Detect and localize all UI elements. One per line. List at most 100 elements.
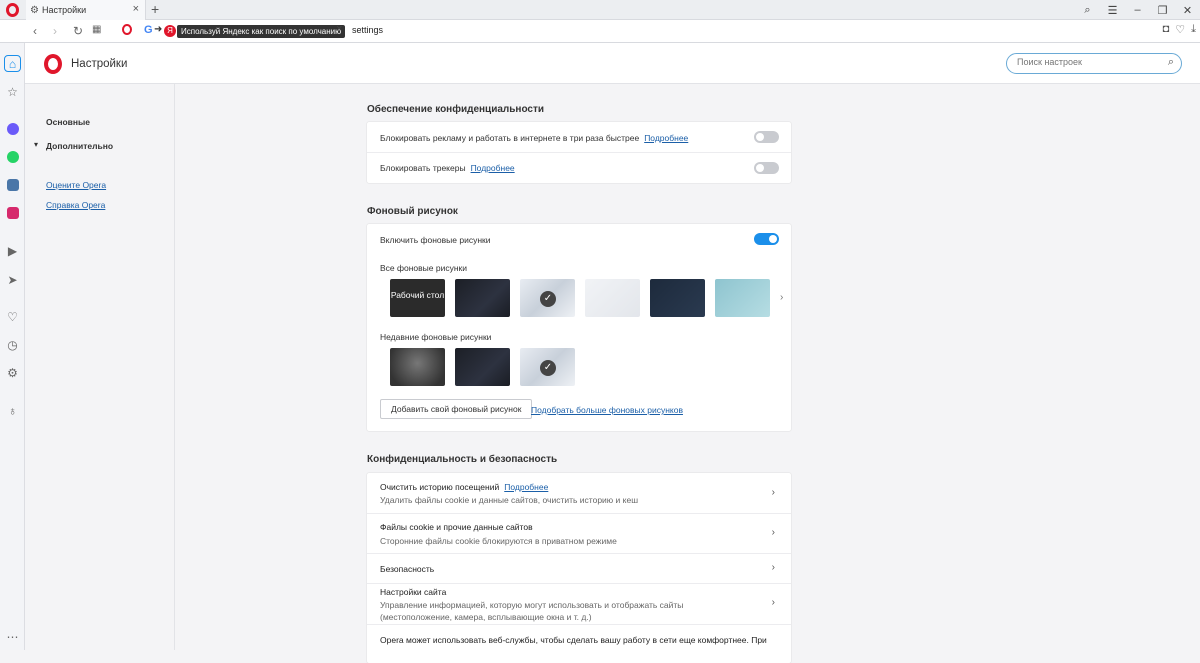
chevron-down-icon: ▾ [34, 140, 39, 149]
chevron-right-icon: › [771, 487, 775, 498]
tracker-block-toggle[interactable] [754, 162, 779, 174]
privacy-security-card: Очистить историю посещений Подробнее Удал… [367, 473, 791, 663]
opera-logo-icon [44, 54, 62, 74]
recent-wallpapers-label: Недавние фоновые рисунки [380, 332, 492, 342]
settings-nav: Основные ▾ Дополнительно Оцените Opera С… [25, 84, 175, 650]
new-tab-button[interactable]: + [151, 1, 159, 17]
site-settings-desc: Управление информацией, которую могут ис… [380, 600, 684, 622]
clear-history-desc: Удалить файлы cookie и данные сайтов, оч… [380, 495, 639, 505]
clear-history-row[interactable]: Очистить историю посещений Подробнее Удал… [367, 473, 791, 514]
chevron-right-icon: › [771, 527, 775, 538]
enable-wallpaper-toggle[interactable] [754, 233, 779, 245]
tracker-block-label: Блокировать трекеры Подробнее [380, 163, 515, 173]
wallpaper-card: Включить фоновые рисунки Все фоновые рис… [367, 224, 791, 431]
ad-block-row: Блокировать рекламу и работать в интерне… [367, 122, 791, 153]
page-title: Настройки [71, 58, 128, 70]
send-icon[interactable]: ➤ [4, 271, 21, 288]
web-services-row: Opera может использовать веб-службы, что… [367, 625, 791, 663]
home-icon[interactable]: ⌂ [4, 55, 21, 72]
search-settings[interactable]: ⌕ [1006, 53, 1182, 74]
messenger-icon[interactable] [4, 120, 21, 137]
search-icon: ⌕ [1167, 56, 1174, 68]
ad-block-more-link[interactable]: Подробнее [644, 133, 688, 143]
enable-wallpaper-label: Включить фоновые рисунки [380, 235, 491, 245]
chevron-right-icon: › [771, 597, 775, 608]
web-services-text: Opera может использовать веб-службы, что… [380, 635, 767, 645]
security-row[interactable]: Безопасность › [367, 554, 791, 584]
privacy-security-title: Конфиденциальность и безопасность [367, 454, 558, 465]
ad-block-toggle[interactable] [754, 131, 779, 143]
chevron-right-icon[interactable]: › [780, 292, 783, 303]
arrow-right-icon: ➜ [154, 24, 163, 35]
wallpaper-desktop[interactable]: Рабочий стол [390, 279, 445, 317]
easy-setup-icon[interactable]: ☰ [1100, 4, 1125, 17]
nav-rate-opera[interactable]: Оцените Opera [46, 180, 106, 190]
settings-header: Настройки ⌕ [25, 43, 1200, 84]
add-wallpaper-button[interactable]: Добавить свой фоновый рисунок [380, 399, 533, 419]
close-window-button[interactable]: ✕ [1175, 4, 1200, 17]
opera-sidebar: ⌂ ☆ ▶ ➤ ♡ ◷ ⚙ ♁ ⋯ [0, 43, 25, 650]
whatsapp-icon[interactable] [4, 148, 21, 165]
yandex-icon: Я [164, 25, 176, 37]
recent-wallpaper-thumb[interactable] [390, 348, 445, 386]
more-wallpapers-link[interactable]: Подобрать больше фоновых рисунков [531, 405, 683, 415]
vk-icon[interactable] [4, 176, 21, 193]
close-promo-icon[interactable]: × [336, 23, 342, 35]
more-icon[interactable]: ⋯ [4, 628, 21, 645]
recent-wallpaper-thumb[interactable] [455, 348, 510, 386]
search-tabs-icon[interactable]: ⌕ [1075, 4, 1100, 17]
minimize-button[interactable]: – [1125, 4, 1150, 16]
snapshot-icon[interactable]: ◘ [1163, 23, 1170, 36]
ad-block-label: Блокировать рекламу и работать в интерне… [380, 133, 689, 143]
recent-wallpaper-thumb-selected[interactable]: ✓ [520, 348, 575, 386]
tracker-more-link[interactable]: Подробнее [471, 163, 515, 173]
close-tab-icon[interactable]: × [133, 3, 139, 15]
chevron-right-icon: › [771, 562, 775, 573]
player-icon[interactable]: ▶ [4, 242, 21, 259]
speed-dial-icon[interactable]: ▦ [92, 24, 101, 35]
instagram-icon[interactable] [4, 204, 21, 221]
settings-icon[interactable]: ⚙ [4, 364, 21, 381]
cookies-title: Файлы cookie и прочие данные сайтов [380, 522, 533, 532]
reload-button[interactable]: ↻ [73, 24, 83, 38]
heart-icon[interactable]: ♡ [4, 308, 21, 325]
wallpaper-thumb[interactable] [455, 279, 510, 317]
back-button[interactable]: ‹ [33, 24, 37, 38]
heart-icon[interactable]: ♡ [1175, 23, 1185, 36]
gear-icon: ⚙ [30, 4, 39, 16]
tips-icon[interactable]: ♁ [4, 402, 21, 419]
scrollbar[interactable] [1192, 84, 1200, 650]
site-settings-row[interactable]: Настройки сайта Управление информацией, … [367, 584, 791, 625]
forward-button[interactable]: › [53, 24, 57, 38]
url-field[interactable]: settings [352, 25, 383, 35]
history-icon[interactable]: ◷ [4, 336, 21, 353]
clear-history-more-link[interactable]: Подробнее [504, 482, 548, 492]
opera-menu-icon[interactable] [6, 3, 19, 17]
security-title: Безопасность [380, 564, 435, 574]
tab-title: Настройки [41, 5, 87, 15]
wallpaper-thumb[interactable] [585, 279, 640, 317]
cookies-desc: Сторонние файлы cookie блокируются в при… [380, 536, 617, 546]
wallpaper-thumb[interactable] [715, 279, 770, 317]
all-wallpapers-label: Все фоновые рисунки [380, 263, 468, 273]
tab-settings[interactable]: ⚙ Настройки × [26, 0, 146, 20]
nav-advanced[interactable]: Дополнительно [46, 141, 113, 151]
tab-bar: ⚙ Настройки × + ⌕ ☰ – ❐ ✕ [0, 0, 1200, 20]
tracker-block-row: Блокировать трекеры Подробнее [367, 153, 791, 183]
wallpaper-thumb-selected[interactable]: ✓ [520, 279, 575, 317]
nav-help[interactable]: Справка Opera [46, 200, 105, 210]
wallpaper-title: Фоновый рисунок [367, 206, 458, 217]
star-icon[interactable]: ☆ [4, 83, 21, 100]
search-input[interactable] [1017, 57, 1157, 67]
desktop-wallpaper-label: Рабочий стол [390, 290, 445, 300]
yandex-promo[interactable]: Используй Яндекс как поиск по умолчанию [177, 25, 346, 38]
google-icon: G [144, 24, 153, 36]
address-bar: ‹ › ↻ ▦ G ➜ Я Используй Яндекс как поиск… [0, 20, 1200, 43]
restore-button[interactable]: ❐ [1150, 4, 1175, 17]
check-icon: ✓ [540, 291, 556, 307]
download-icon[interactable]: ⤓ [1191, 23, 1196, 36]
opera-badge-icon [122, 24, 132, 35]
nav-basic[interactable]: Основные [46, 117, 90, 127]
cookies-row[interactable]: Файлы cookie и прочие данные сайтов Стор… [367, 514, 791, 554]
wallpaper-thumb[interactable] [650, 279, 705, 317]
